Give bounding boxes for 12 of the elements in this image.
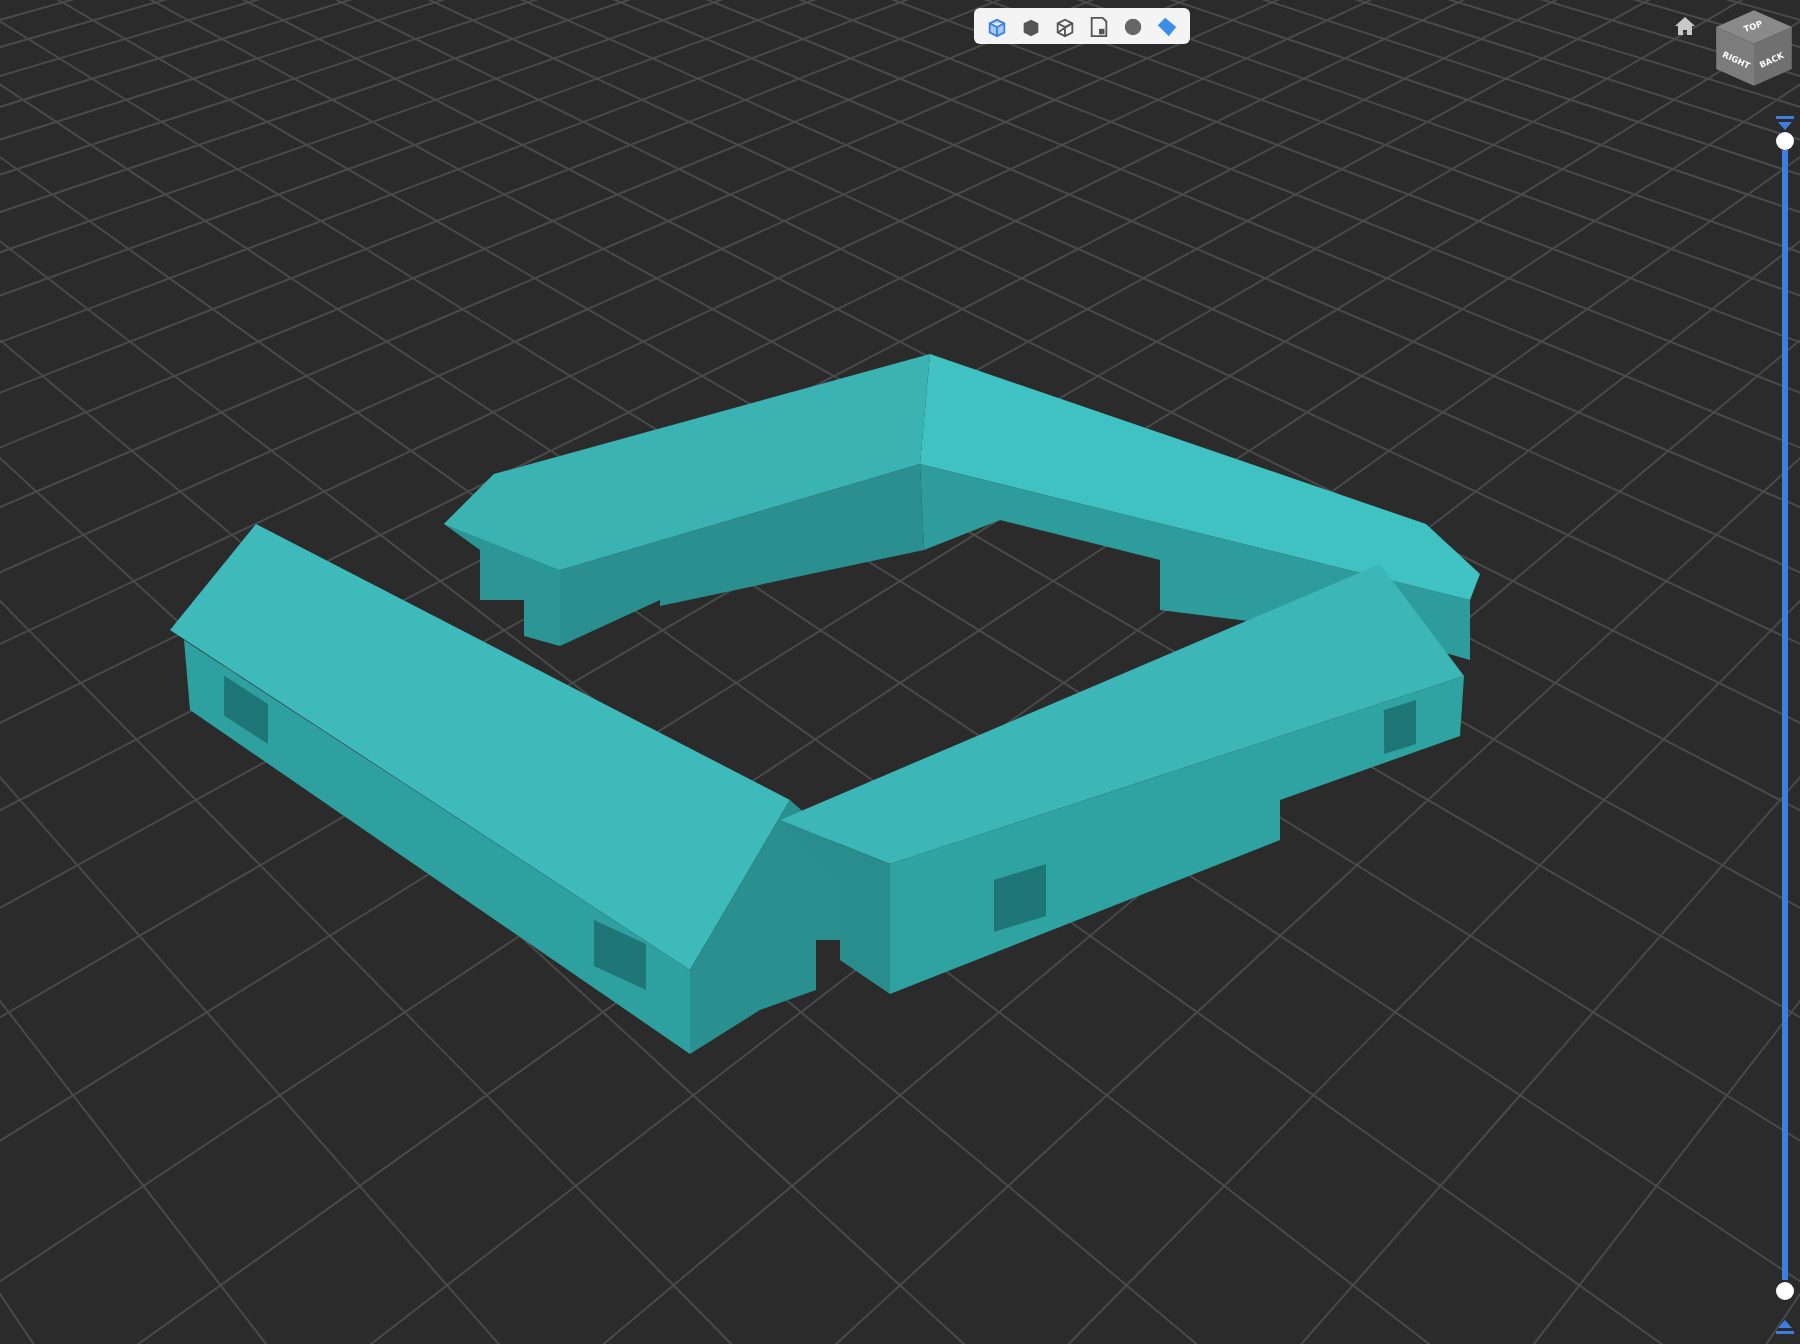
bottom-limit-icon[interactable] bbox=[1776, 1318, 1794, 1334]
slider-handle[interactable] bbox=[1776, 131, 1794, 149]
home-icon bbox=[1672, 14, 1698, 38]
slider-handle[interactable] bbox=[1776, 1281, 1794, 1299]
top-limit-icon[interactable] bbox=[1776, 116, 1794, 132]
view-mode-button[interactable] bbox=[1152, 12, 1182, 40]
wireframe-cube-icon bbox=[1054, 15, 1076, 37]
solid-cube-icon bbox=[1020, 15, 1042, 37]
sphere-icon bbox=[1122, 15, 1144, 37]
section-page-icon bbox=[1088, 15, 1110, 37]
home-button[interactable] bbox=[1672, 14, 1698, 38]
cube-outline-icon bbox=[986, 15, 1008, 37]
